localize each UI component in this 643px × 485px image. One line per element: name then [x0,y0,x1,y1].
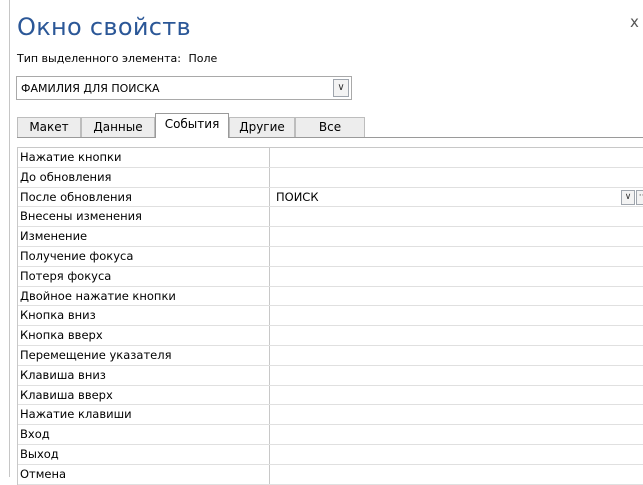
property-row-mouse-move[interactable]: Перемещение указателя [18,345,643,366]
property-row-on-click[interactable]: Нажатие кнопки [18,148,643,168]
property-value[interactable] [270,287,643,306]
property-value[interactable] [270,148,643,167]
property-value[interactable] [270,247,643,266]
property-name: Внесены изменения [18,207,270,227]
property-value[interactable] [270,267,643,286]
property-name: До обновления [18,167,270,187]
property-name: Клавиша вниз [18,365,270,385]
tab-other[interactable]: Другие [229,117,295,137]
property-value[interactable] [270,445,643,464]
selection-type: Тип выделенного элемента: Поле [17,52,217,65]
chevron-down-icon[interactable]: ∨ [621,189,635,205]
property-name: Потеря фокуса [18,266,270,286]
close-icon[interactable]: x [630,13,639,31]
property-row-change[interactable]: Изменение [18,227,643,247]
property-row-after-update[interactable]: После обновления ПОИСК ∨ ··· [18,187,643,208]
property-row-dirty[interactable]: Внесены изменения [18,207,643,228]
panel-left-border [9,0,10,477]
chevron-down-icon[interactable]: ∨ [333,79,349,97]
property-name: Нажатие клавиши [18,405,270,425]
property-value[interactable] [270,306,643,325]
property-name: Перемещение указателя [18,345,270,365]
property-value[interactable] [270,386,643,405]
property-row-exit[interactable]: Выход [18,444,643,465]
property-row-mouse-up[interactable]: Кнопка вверх [18,326,643,346]
tab-all[interactable]: Все [295,117,365,137]
property-value[interactable] [270,366,643,385]
property-row-before-update[interactable]: До обновления [18,167,643,188]
tab-layout[interactable]: Макет [17,117,81,137]
property-name: Кнопка вверх [18,326,270,345]
selection-type-label: Тип выделенного элемента: [17,52,181,65]
property-row-key-up[interactable]: Клавиша вверх [18,385,643,406]
object-selector-value: ФАМИЛИЯ ДЛЯ ПОИСКА [21,82,160,95]
property-value[interactable] [270,227,643,246]
property-value[interactable] [270,207,643,226]
property-value[interactable] [270,346,643,365]
property-value[interactable] [270,168,643,187]
property-row-dbl-click[interactable]: Двойное нажатие кнопки [18,286,643,307]
property-value[interactable] [270,326,643,345]
property-sheet-title: Окно свойств [17,13,191,41]
property-value[interactable] [270,465,643,484]
property-value[interactable] [270,425,643,444]
property-name: Отмена [18,464,270,484]
selection-type-value: Поле [188,52,218,65]
property-name: Клавиша вверх [18,385,270,405]
property-row-key-down[interactable]: Клавиша вниз [18,365,643,386]
property-row-key-press[interactable]: Нажатие клавиши [18,405,643,426]
property-name: Кнопка вниз [18,306,270,326]
property-name: Выход [18,444,270,464]
property-row-got-focus[interactable]: Получение фокуса [18,246,643,267]
property-row-mouse-down[interactable]: Кнопка вниз [18,306,643,327]
property-row-enter[interactable]: Вход [18,425,643,445]
tab-divider [17,137,643,138]
property-name: Изменение [18,227,270,246]
property-name: Двойное нажатие кнопки [18,286,270,306]
property-value[interactable]: ПОИСК [270,188,643,207]
property-name: Вход [18,425,270,444]
property-name: Нажатие кнопки [18,148,270,167]
property-value[interactable] [270,405,643,424]
property-name: После обновления [18,187,270,207]
object-selector-combo[interactable]: ФАМИЛИЯ ДЛЯ ПОИСКА ∨ [16,76,352,100]
property-grid: Нажатие кнопки До обновления После обнов… [17,147,643,485]
tab-events[interactable]: События [155,113,229,138]
property-row-undo[interactable]: Отмена [18,464,643,485]
property-row-lost-focus[interactable]: Потеря фокуса [18,266,643,287]
property-name: Получение фокуса [18,246,270,266]
tab-data[interactable]: Данные [81,117,155,137]
builder-ellipsis-icon[interactable]: ··· [636,189,643,205]
